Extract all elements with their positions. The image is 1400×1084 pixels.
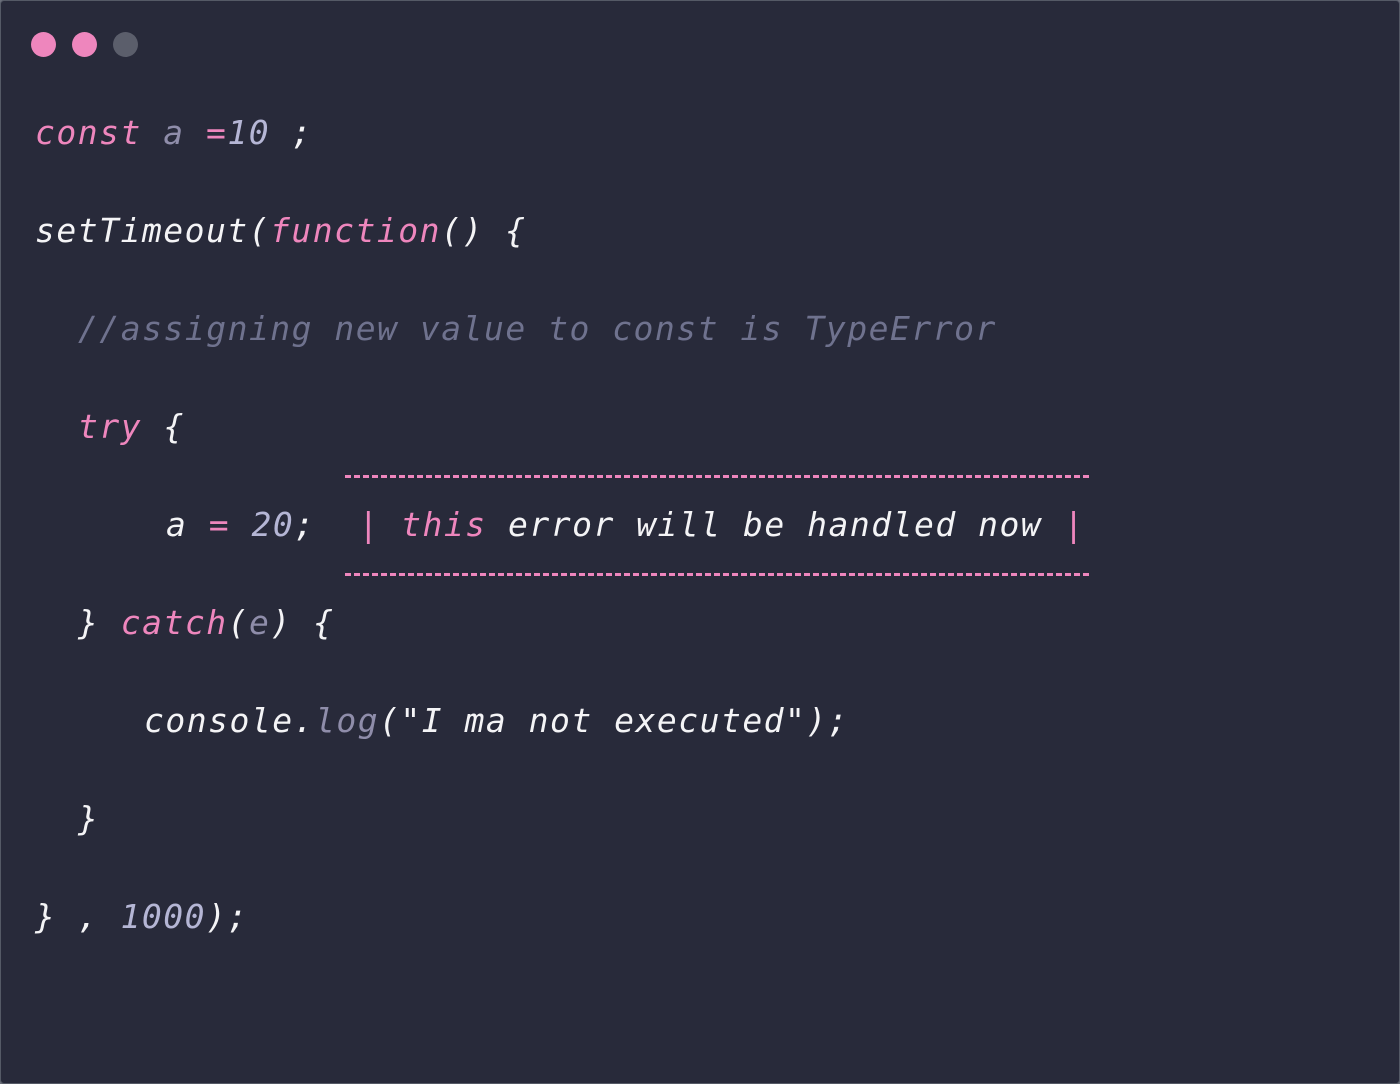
note-border-top: [345, 475, 1089, 478]
variable-e: e: [248, 603, 271, 642]
log-method: log: [314, 701, 380, 740]
number-literal: 20: [251, 505, 295, 544]
code-line-6: } catch(e) {: [78, 603, 334, 643]
number-literal: 1000: [120, 897, 206, 936]
keyword-function: function: [270, 211, 441, 250]
function-params: () {: [441, 211, 527, 250]
paren-open: (: [227, 603, 249, 642]
call-end: );: [205, 897, 249, 936]
keyword-const: const: [35, 113, 142, 152]
operator-equals: =: [205, 113, 228, 152]
keyword-try: try: [78, 407, 143, 446]
code-line-5: a = 20; | this error will be handled now…: [166, 505, 1085, 545]
code-line-2: setTimeout(function() {: [35, 211, 526, 251]
code-block: const a =10 ; setTimeout(function() { //…: [35, 1, 1375, 936]
variable-a: a: [163, 113, 185, 152]
keyword-this: this: [401, 505, 487, 544]
code-line-8: }: [78, 799, 99, 839]
log-call-args: ("I ma not executed");: [379, 701, 850, 740]
function-name: setTimeout(: [35, 211, 271, 250]
note-text: error will be handled now: [507, 505, 1043, 544]
code-line-9: } , 1000);: [35, 897, 249, 937]
code-comment: //assigning new value to const is TypeEr…: [78, 309, 997, 348]
code-line-1: const a =10 ;: [35, 113, 313, 153]
catch-block-open: ) {: [270, 603, 335, 642]
block-close: }: [35, 897, 57, 936]
block-close: }: [78, 603, 100, 642]
console-object: console.: [144, 701, 315, 740]
code-window: const a =10 ; setTimeout(function() { //…: [0, 0, 1400, 1084]
statement-end: ;: [270, 113, 313, 152]
block-close: }: [78, 799, 100, 838]
code-line-4: try {: [78, 407, 185, 447]
operator-equals: =: [208, 505, 231, 544]
keyword-catch: catch: [120, 603, 228, 642]
code-line-3: //assigning new value to const is TypeEr…: [78, 309, 997, 349]
note-pipe-close: |: [1063, 505, 1085, 544]
comma: ,: [77, 897, 100, 936]
block-open: {: [142, 407, 185, 446]
note-pipe-open: |: [358, 505, 380, 544]
number-literal: 10: [227, 113, 271, 152]
variable-a: a: [166, 505, 188, 544]
statement-end: ;: [294, 505, 316, 544]
note-border-bottom: [345, 573, 1089, 576]
code-line-7: console.log("I ma not executed");: [144, 701, 849, 741]
